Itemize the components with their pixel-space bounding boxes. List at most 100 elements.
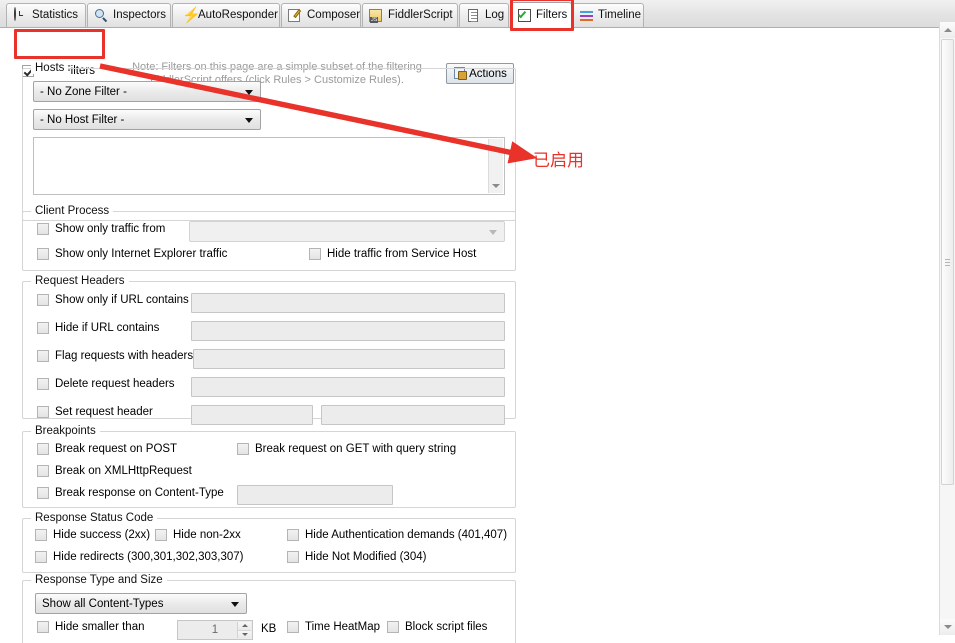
break-request-get-query-label: Break request on GET with query string: [255, 443, 457, 455]
set-request-header-value-input[interactable]: [321, 405, 505, 425]
client-process-group: Client Process Show only traffic from Sh…: [22, 205, 516, 271]
tab-autoresponder[interactable]: ⚡ AutoResponder: [172, 3, 280, 27]
tab-composer[interactable]: Composer: [281, 3, 361, 27]
magnifier-icon: [94, 8, 109, 23]
hide-if-url-contains-checkbox[interactable]: [37, 322, 49, 334]
hide-if-url-contains-label: Hide if URL contains: [55, 322, 160, 334]
request-headers-legend: Request Headers: [31, 275, 129, 287]
show-only-traffic-from-checkbox[interactable]: [37, 223, 49, 235]
set-request-header-checkbox[interactable]: [37, 406, 49, 418]
client-process-combo[interactable]: [189, 221, 505, 242]
hide-redirects-row[interactable]: Hide redirects (300,301,302,303,307): [35, 551, 244, 563]
show-only-url-contains-input[interactable]: [191, 293, 505, 313]
block-script-files-row[interactable]: Block script files: [387, 621, 487, 633]
host-filter-combo[interactable]: - No Host Filter -: [33, 109, 261, 130]
hide-smaller-than-row[interactable]: Hide smaller than: [37, 621, 144, 633]
hide-not-modified-checkbox[interactable]: [287, 551, 299, 563]
flag-requests-with-headers-row[interactable]: Flag requests with headers: [37, 350, 193, 362]
tab-log[interactable]: Log: [459, 3, 509, 27]
hide-success-row[interactable]: Hide success (2xx): [35, 529, 150, 541]
chevron-down-icon: [245, 89, 253, 95]
hosts-group: Hosts - No Zone Filter - - No Host Filte…: [22, 62, 516, 221]
time-heatmap-row[interactable]: Time HeatMap: [287, 621, 380, 633]
break-request-get-query-checkbox[interactable]: [237, 443, 249, 455]
stepper-up-icon[interactable]: [238, 622, 251, 631]
fiddler-window: Statistics Inspectors ⚡ AutoResponder Co…: [0, 0, 955, 643]
hide-redirects-checkbox[interactable]: [35, 551, 47, 563]
block-script-files-label: Block script files: [405, 621, 488, 633]
zone-filter-combo[interactable]: - No Zone Filter -: [33, 81, 261, 102]
breakpoints-legend: Breakpoints: [31, 425, 100, 437]
show-only-url-contains-checkbox[interactable]: [37, 294, 49, 306]
request-headers-group: Request Headers Show only if URL contain…: [22, 275, 516, 425]
flag-requests-with-headers-input[interactable]: [193, 349, 505, 369]
tab-fiddlerscript[interactable]: JS FiddlerScript: [362, 3, 458, 27]
hide-service-host-checkbox[interactable]: [309, 248, 321, 260]
hide-auth-demands-checkbox[interactable]: [287, 529, 299, 541]
break-request-post-checkbox[interactable]: [37, 443, 49, 455]
chevron-down-icon: [231, 601, 239, 607]
breakpoints-group: Breakpoints Break request on POST Break …: [22, 425, 516, 508]
set-request-header-name-input[interactable]: [191, 405, 313, 425]
kb-unit-label-row: KB: [261, 623, 276, 635]
hide-success-label: Hide success (2xx): [53, 529, 151, 541]
scroll-down-button[interactable]: [940, 619, 955, 635]
hide-success-checkbox[interactable]: [35, 529, 47, 541]
hide-auth-demands-label: Hide Authentication demands (401,407): [305, 529, 508, 541]
break-response-content-type-row[interactable]: Break response on Content-Type: [37, 487, 224, 499]
tab-timeline[interactable]: Timeline: [572, 3, 644, 27]
flag-requests-with-headers-checkbox[interactable]: [37, 350, 49, 362]
hide-smaller-than-stepper[interactable]: 1: [177, 620, 253, 640]
annotation-callout-text: 已启用: [533, 151, 584, 171]
delete-request-headers-checkbox[interactable]: [37, 378, 49, 390]
scroll-up-button[interactable]: [940, 22, 955, 38]
break-xhr-row[interactable]: Break on XMLHttpRequest: [37, 465, 192, 477]
host-list-textarea[interactable]: [33, 137, 505, 195]
client-process-legend: Client Process: [31, 205, 114, 217]
hide-auth-demands-row[interactable]: Hide Authentication demands (401,407): [287, 529, 507, 541]
show-only-url-contains-row[interactable]: Show only if URL contains: [37, 294, 189, 306]
stepper-down-icon[interactable]: [238, 630, 251, 638]
response-status-legend: Response Status Code: [31, 512, 158, 524]
stepper-buttons[interactable]: [237, 622, 251, 638]
scroll-down-icon[interactable]: [489, 179, 503, 193]
hide-non2xx-row[interactable]: Hide non-2xx: [155, 529, 241, 541]
content-types-combo[interactable]: Show all Content-Types: [35, 593, 247, 614]
delete-request-headers-input[interactable]: [191, 377, 505, 397]
show-only-traffic-from-row[interactable]: Show only traffic from: [37, 223, 165, 235]
tab-statistics[interactable]: Statistics: [6, 3, 86, 27]
break-request-get-query-row[interactable]: Break request on GET with query string: [237, 443, 456, 455]
hide-non2xx-label: Hide non-2xx: [173, 529, 241, 541]
time-heatmap-label: Time HeatMap: [305, 621, 380, 633]
scrollbar-thumb[interactable]: [941, 39, 954, 485]
hide-non2xx-checkbox[interactable]: [155, 529, 167, 541]
panel-vertical-scrollbar[interactable]: [939, 22, 955, 635]
hide-not-modified-row[interactable]: Hide Not Modified (304): [287, 551, 426, 563]
break-response-content-type-label: Break response on Content-Type: [55, 487, 224, 499]
lightning-icon: ⚡: [182, 7, 201, 24]
flag-requests-with-headers-label: Flag requests with headers: [55, 350, 194, 362]
break-response-content-type-input[interactable]: [237, 485, 393, 505]
host-list-scrollbar[interactable]: [488, 139, 503, 193]
block-script-files-checkbox[interactable]: [387, 621, 399, 633]
show-only-ie-checkbox[interactable]: [37, 248, 49, 260]
hide-smaller-than-checkbox[interactable]: [37, 621, 49, 633]
break-xhr-checkbox[interactable]: [37, 465, 49, 477]
hide-service-host-row[interactable]: Hide traffic from Service Host: [309, 248, 476, 260]
hide-if-url-contains-row[interactable]: Hide if URL contains: [37, 322, 159, 334]
set-request-header-row[interactable]: Set request header: [37, 406, 153, 418]
tab-label: Statistics: [32, 8, 79, 21]
content-types-value: Show all Content-Types: [42, 597, 164, 610]
show-only-ie-row[interactable]: Show only Internet Explorer traffic: [37, 248, 227, 260]
scrollbar-grip: [945, 259, 950, 260]
break-response-content-type-checkbox[interactable]: [37, 487, 49, 499]
delete-request-headers-row[interactable]: Delete request headers: [37, 378, 175, 390]
time-heatmap-checkbox[interactable]: [287, 621, 299, 633]
main-tabstrip: Statistics Inspectors ⚡ AutoResponder Co…: [0, 0, 955, 28]
tab-filters[interactable]: Filters: [510, 2, 572, 28]
hide-if-url-contains-input[interactable]: [191, 321, 505, 341]
break-request-post-row[interactable]: Break request on POST: [37, 443, 177, 455]
tab-inspectors[interactable]: Inspectors: [87, 3, 171, 27]
clock-icon: [13, 7, 28, 23]
tab-label: Composer: [307, 8, 361, 21]
